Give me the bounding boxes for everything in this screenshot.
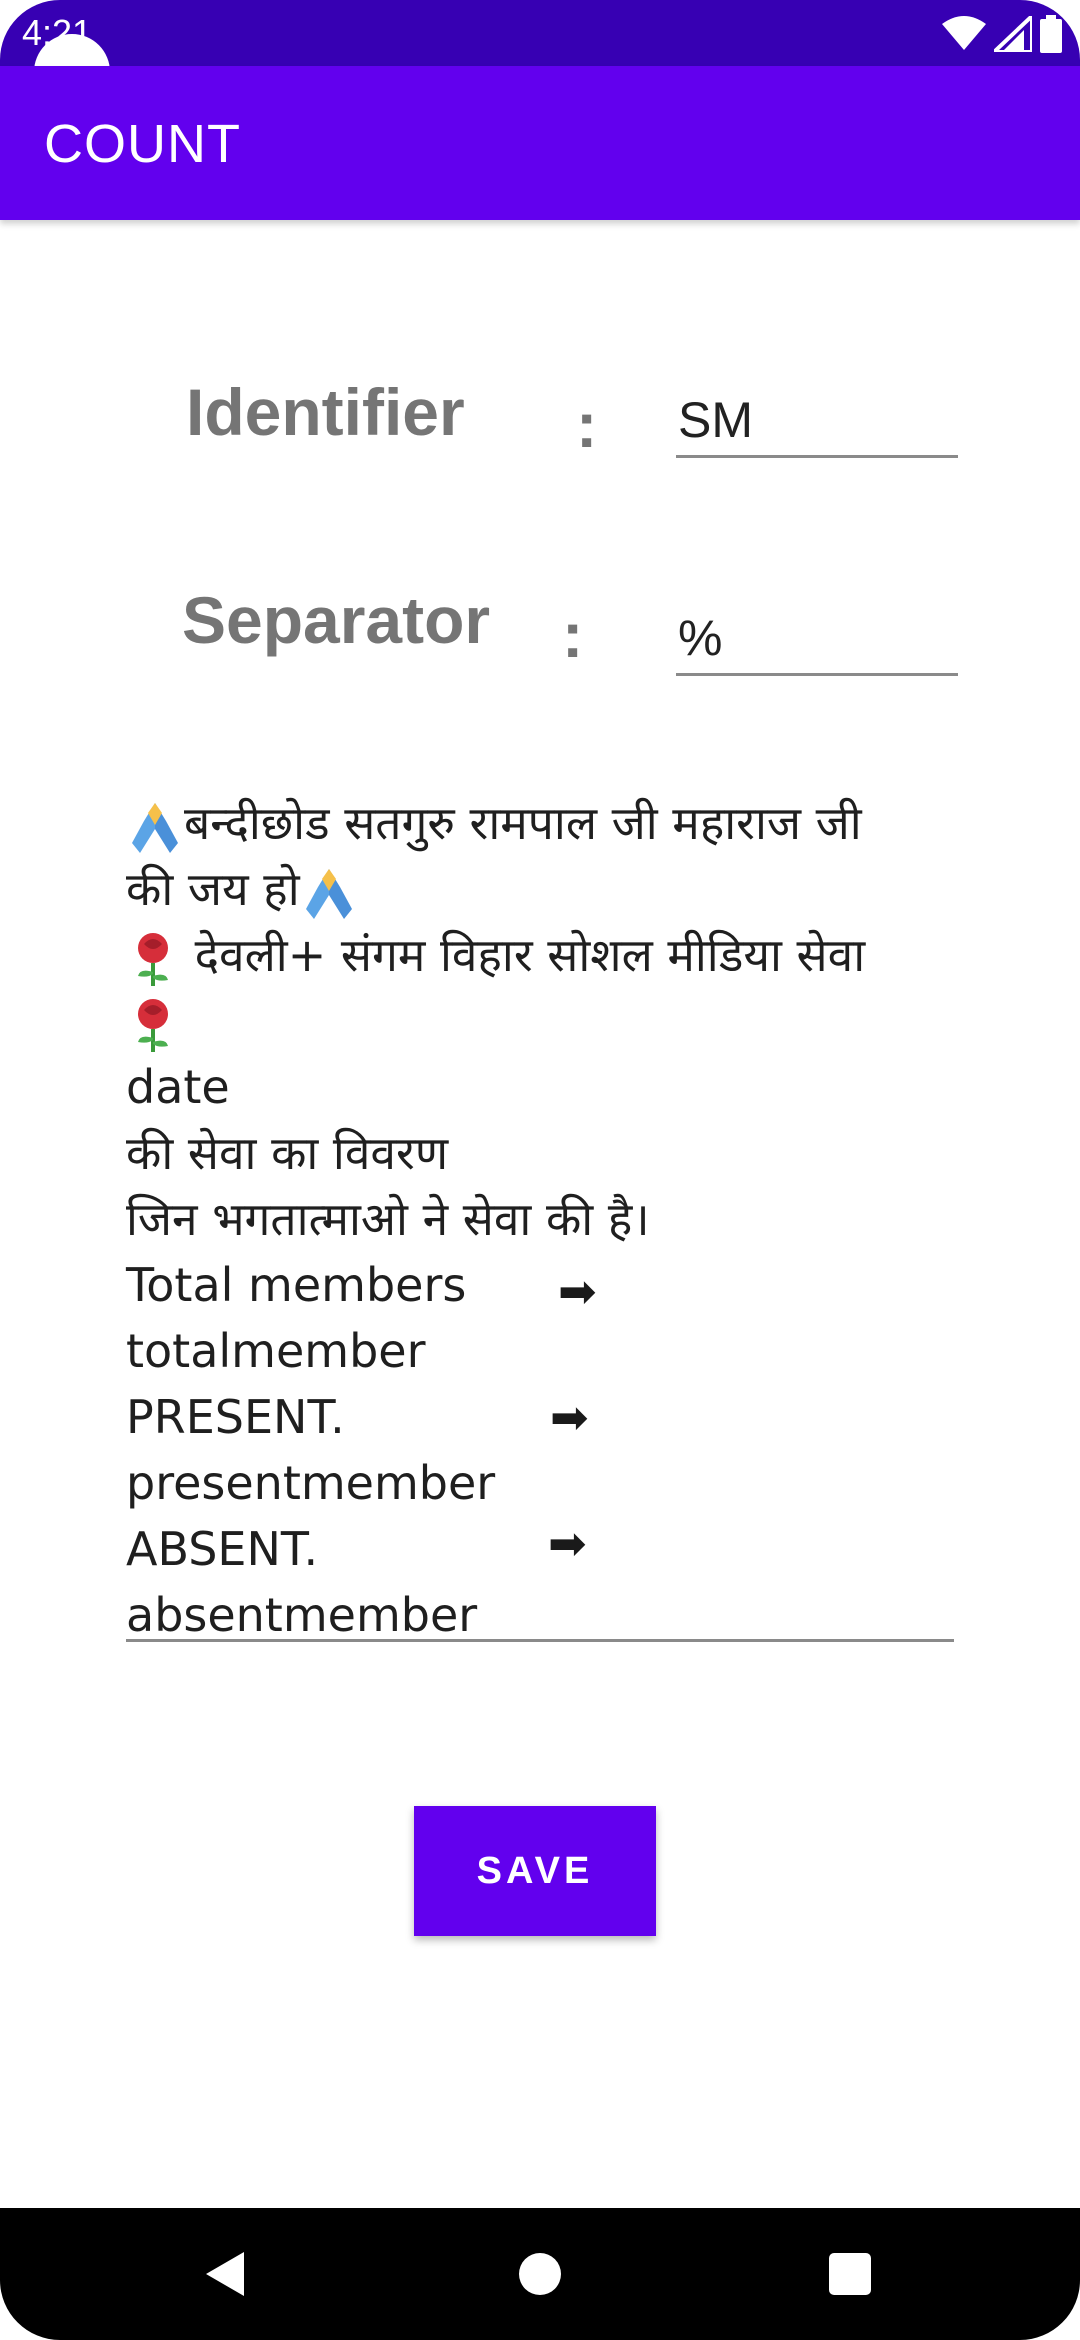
rose-icon xyxy=(138,998,168,1052)
battery-icon xyxy=(1040,15,1062,53)
message-line-text: की जय हो xyxy=(126,862,300,916)
message-line-text: बन्दीछोड सतगुरु रामपाल जी महाराज जी xyxy=(184,796,862,850)
message-line: totalmember xyxy=(126,1324,426,1378)
rose-icon xyxy=(138,932,168,986)
message-line: की सेवा का विवरण xyxy=(126,1126,449,1180)
arrow-icon: ➡ xyxy=(550,1390,589,1444)
message-line: PRESENT. xyxy=(126,1390,345,1444)
app-bar: COUNT xyxy=(0,66,1080,220)
identifier-input[interactable]: SM xyxy=(676,382,958,458)
message-line: देवली+ संगम विहार सोशल मीडिया सेवा xyxy=(126,922,954,988)
message-line: की जय हो xyxy=(126,856,954,922)
message-line: जिन भगतात्माओ ने सेवा की है। xyxy=(126,1192,650,1246)
status-icons xyxy=(942,14,1062,54)
save-button[interactable]: SAVE xyxy=(414,1806,656,1936)
back-icon[interactable] xyxy=(196,2244,256,2304)
message-line-text: देवली+ संगम विहार सोशल मीडिया सेवा xyxy=(180,928,866,982)
status-bar: 4:21 xyxy=(0,0,1080,66)
message-line: Total members xyxy=(126,1258,467,1312)
message-line: बन्दीछोड सतगुरु रामपाल जी महाराज जी xyxy=(126,790,954,856)
folded-hands-icon xyxy=(132,802,178,853)
separator-colon: : xyxy=(562,599,584,671)
recents-icon[interactable] xyxy=(820,2244,880,2304)
arrow-icon: ➡ xyxy=(558,1264,597,1318)
arrow-icon: ➡ xyxy=(548,1516,587,1570)
message-input[interactable]: बन्दीछोड सतगुरु रामपाल जी महाराज जी की ज… xyxy=(126,790,954,1642)
message-line: presentmember xyxy=(126,1456,496,1510)
separator-label: Separator xyxy=(182,583,491,657)
app-title: COUNT xyxy=(44,114,241,174)
message-line xyxy=(126,988,954,1054)
message-line: date xyxy=(126,1060,230,1114)
signal-icon xyxy=(994,16,1032,52)
home-icon[interactable] xyxy=(510,2244,570,2304)
screen: 4:21 COUNT Identifier : SM Separator : %… xyxy=(0,0,1080,2340)
message-line: absentmember xyxy=(126,1588,478,1642)
wifi-icon xyxy=(942,16,986,50)
identifier-label: Identifier xyxy=(186,375,465,449)
nav-bar xyxy=(0,2208,1080,2340)
identifier-colon: : xyxy=(576,389,598,461)
folded-hands-icon xyxy=(305,868,352,919)
separator-input[interactable]: % xyxy=(676,600,958,676)
message-line: ABSENT. xyxy=(126,1522,319,1576)
